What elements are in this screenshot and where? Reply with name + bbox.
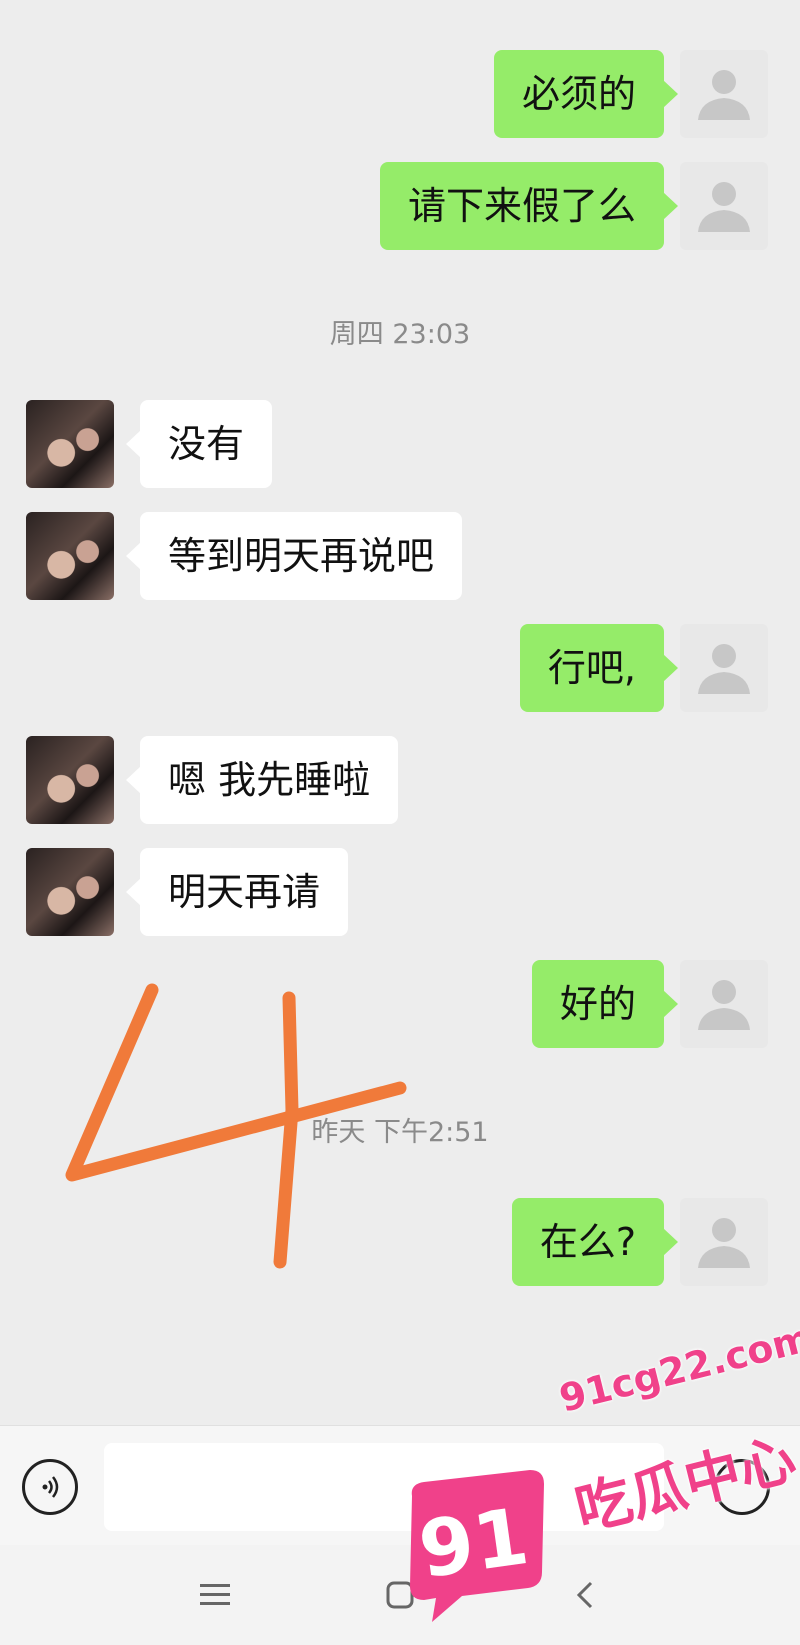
message-bubble-incoming[interactable]: 没有 bbox=[125, 400, 273, 488]
message-bubble-outgoing[interactable]: 在么? bbox=[511, 1198, 679, 1286]
avatar-default-icon[interactable] bbox=[680, 960, 768, 1048]
message-row-outgoing: 好的 bbox=[0, 960, 800, 1052]
chat-history[interactable]: 必须的 请下来假了么 周四 23:03 没有 等到明天再说吧 行吧, 嗯 我先睡… bbox=[0, 0, 800, 1420]
message-row-incoming: 等到明天再说吧 bbox=[0, 512, 800, 604]
message-row-incoming: 明天再请 bbox=[0, 848, 800, 940]
message-bubble-incoming[interactable]: 嗯 我先睡啦 bbox=[125, 736, 399, 824]
contact-avatar[interactable] bbox=[26, 848, 114, 936]
menu-icon[interactable] bbox=[190, 1573, 240, 1617]
avatar-default-icon[interactable] bbox=[680, 162, 768, 250]
contact-avatar[interactable] bbox=[26, 736, 114, 824]
message-row-incoming: 嗯 我先睡啦 bbox=[0, 736, 800, 828]
message-row-outgoing: 行吧, bbox=[0, 624, 800, 716]
watermark-badge-text: 91 bbox=[414, 1492, 534, 1596]
contact-avatar[interactable] bbox=[26, 512, 114, 600]
back-icon[interactable] bbox=[560, 1573, 610, 1617]
timestamp: 周四 23:03 bbox=[329, 319, 471, 350]
timestamp: 昨天 下午2:51 bbox=[311, 1117, 489, 1148]
message-bubble-outgoing[interactable]: 必须的 bbox=[493, 50, 679, 138]
message-bubble-outgoing[interactable]: 行吧, bbox=[519, 624, 679, 712]
message-row-outgoing: 必须的 bbox=[0, 50, 800, 142]
message-bubble-incoming[interactable]: 等到明天再说吧 bbox=[125, 512, 463, 600]
message-row-outgoing: 请下来假了么 bbox=[0, 162, 800, 254]
contact-avatar[interactable] bbox=[26, 400, 114, 488]
avatar-default-icon[interactable] bbox=[680, 624, 768, 712]
message-row-outgoing: 在么? bbox=[0, 1198, 800, 1290]
voice-icon[interactable] bbox=[22, 1459, 78, 1515]
avatar-default-icon[interactable] bbox=[680, 50, 768, 138]
message-bubble-outgoing[interactable]: 请下来假了么 bbox=[379, 162, 679, 250]
message-bubble-outgoing[interactable]: 好的 bbox=[531, 960, 679, 1048]
message-bubble-incoming[interactable]: 明天再请 bbox=[125, 848, 349, 936]
watermark-logo: 91 bbox=[410, 1470, 544, 1622]
message-row-incoming: 没有 bbox=[0, 400, 800, 492]
avatar-default-icon[interactable] bbox=[680, 1198, 768, 1286]
